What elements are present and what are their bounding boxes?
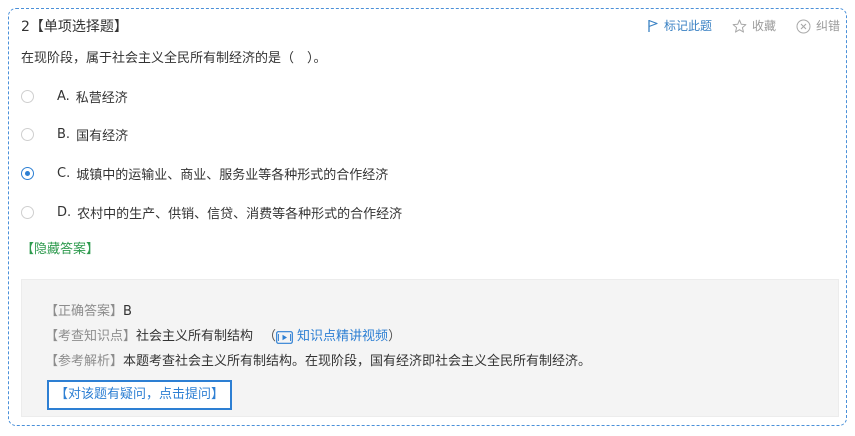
radio-c[interactable]: [21, 166, 34, 180]
knowledge-point-value: 社会主义所有制结构: [136, 329, 254, 344]
mark-question-label: 标记此题: [663, 19, 712, 33]
mark-question-button[interactable]: 标记此题: [647, 17, 712, 35]
paren-open: （: [263, 329, 277, 344]
correct-answer-value: B: [123, 304, 132, 319]
favorite-button[interactable]: 收藏: [732, 17, 776, 35]
favorite-label: 收藏: [751, 19, 776, 33]
analysis-line: 【参考解析】 本题考查社会主义所有制结构。在现阶段，国有经济即社会主义全民所有制…: [45, 352, 591, 372]
star-icon: [732, 19, 747, 33]
option-text: 农村中的生产、供销、信贷、消费等各种形式的合作经济: [77, 206, 403, 222]
question-stem: 在现阶段，属于社会主义全民所有制经济的是（ ）。: [21, 51, 327, 66]
paren-close: ）: [388, 329, 402, 344]
option-text: 城镇中的运输业、商业、服务业等各种形式的合作经济: [76, 167, 389, 183]
option-a[interactable]: A. 私营经济: [21, 86, 128, 106]
flag-icon: [648, 19, 658, 32]
question-card: 2【单项选择题】 标记此题 收藏 纠错 在现阶段，属于社会主义全民所有制经济的是…: [8, 8, 847, 426]
option-letter: D.: [57, 204, 72, 220]
report-error-label: 纠错: [815, 19, 840, 33]
analysis-label: 【参考解析】: [45, 354, 124, 369]
radio-a[interactable]: [21, 89, 34, 103]
option-letter: B.: [57, 126, 71, 142]
knowledge-video-link[interactable]: 知识点精讲视频: [276, 327, 388, 347]
option-b[interactable]: B. 国有经济: [21, 124, 128, 144]
question-number: 2: [21, 19, 30, 35]
ask-question-button[interactable]: 【对该题有疑问，点击提问】: [47, 380, 233, 410]
hide-answer-toggle[interactable]: 【隐藏答案】: [21, 240, 99, 260]
correct-answer-label: 【正确答案】: [45, 304, 124, 319]
option-letter: C.: [57, 165, 71, 181]
report-error-button[interactable]: 纠错: [796, 17, 840, 35]
question-type: 【单项选择题】: [29, 19, 128, 35]
knowledge-video-label: 知识点精讲视频: [297, 329, 389, 344]
option-letter: A.: [57, 88, 70, 104]
radio-b[interactable]: [21, 127, 34, 141]
knowledge-point-line: 【考查知识点】 社会主义所有制结构 （ 知识点精讲视频 ）: [45, 327, 401, 347]
option-d[interactable]: D. 农村中的生产、供销、信贷、消费等各种形式的合作经济: [21, 202, 402, 222]
knowledge-point-label: 【考查知识点】: [45, 329, 137, 344]
video-icon: [276, 330, 293, 344]
radio-d[interactable]: [21, 205, 34, 219]
question-actions: 标记此题 收藏 纠错: [647, 17, 840, 35]
correct-answer-line: 【正确答案】 B: [45, 302, 132, 322]
answer-panel: 【正确答案】 B 【考查知识点】 社会主义所有制结构 （ 知识点精讲视频 ） 【…: [21, 279, 839, 417]
option-text: 私营经济: [75, 90, 128, 106]
analysis-value: 本题考查社会主义所有制结构。在现阶段，国有经济即社会主义全民所有制经济。: [123, 354, 592, 369]
question-title: 2【单项选择题】: [21, 17, 128, 37]
option-text: 国有经济: [76, 128, 129, 144]
close-circle-icon: [796, 19, 811, 33]
option-c[interactable]: C. 城镇中的运输业、商业、服务业等各种形式的合作经济: [21, 163, 388, 183]
